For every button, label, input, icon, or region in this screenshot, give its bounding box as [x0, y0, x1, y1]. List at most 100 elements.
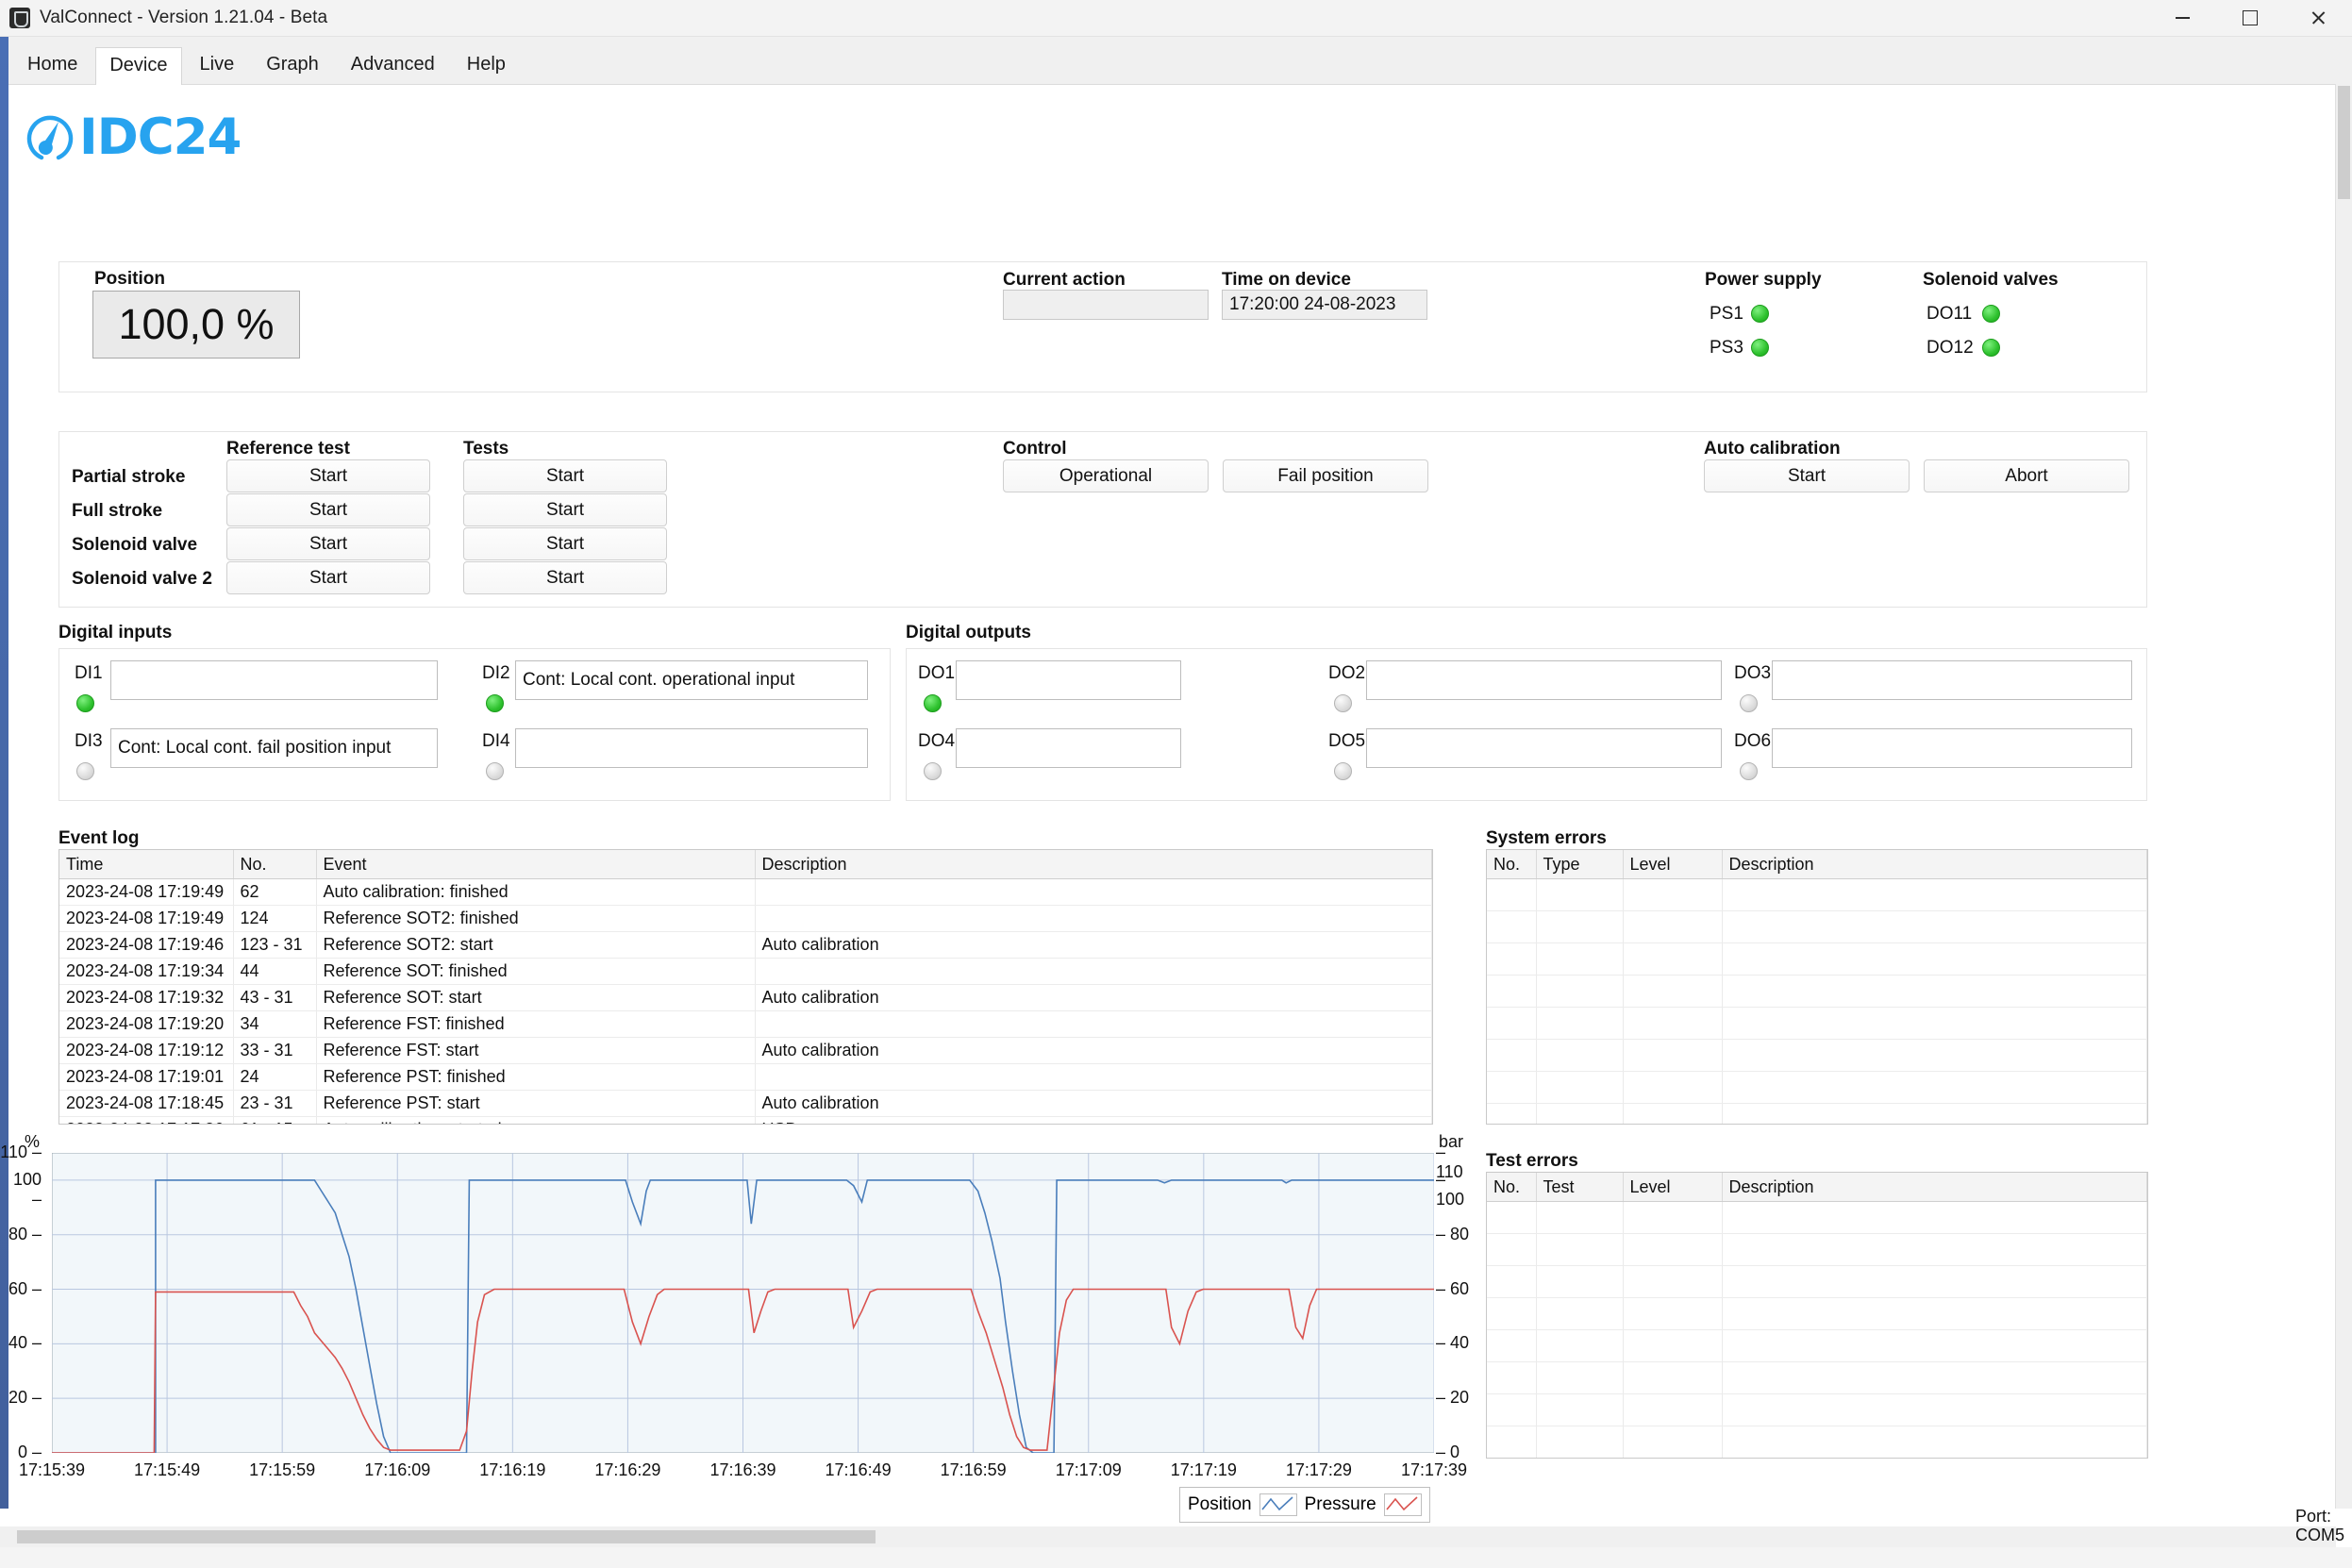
chart-y2-tick: – 110 [1436, 1143, 1472, 1182]
auto-calibration-abort-button[interactable]: Abort [1924, 459, 2129, 492]
minimize-button[interactable] [2148, 0, 2216, 36]
table-cell [1487, 1234, 1536, 1266]
table-cell [1623, 943, 1722, 976]
table-row-empty[interactable] [1487, 1266, 2147, 1298]
test-partial-stroke-start-button[interactable]: Start [463, 459, 667, 492]
test-errors-col-level: Level [1623, 1173, 1722, 1202]
chart-x-tick: 17:17:39 [1392, 1460, 1476, 1480]
table-row-empty[interactable] [1487, 1234, 2147, 1266]
reference-test-partial-stroke-start-button[interactable]: Start [226, 459, 430, 492]
do3-field [1772, 660, 2132, 700]
table-cell [1722, 1234, 2147, 1266]
reference-test-solenoid-valve-start-button[interactable]: Start [226, 527, 430, 560]
chart-y-tick: 110 – [0, 1143, 42, 1162]
table-row[interactable]: 2023-24-08 17:17:3661 - 15Auto calibrati… [59, 1117, 1432, 1126]
reference-test-solenoid-valve-2-start-button[interactable]: Start [226, 561, 430, 594]
vertical-scrollbar[interactable] [2335, 84, 2352, 1509]
trend-chart[interactable]: % bar 0 –20 –40 –60 –80 –100 –110 – – 0–… [0, 1132, 1472, 1510]
table-row[interactable]: 2023-24-08 17:19:49124Reference SOT2: fi… [59, 906, 1432, 932]
table-row-empty[interactable] [1487, 1394, 2147, 1426]
table-row[interactable]: 2023-24-08 17:19:4962Auto calibration: f… [59, 879, 1432, 906]
tab-home[interactable]: Home [13, 46, 92, 84]
event-log-table[interactable]: Time No. Event Description 2023-24-08 17… [58, 849, 1433, 1125]
chart-y2-tick: – 80 [1436, 1225, 1469, 1244]
table-cell [1536, 1104, 1623, 1126]
test-full-stroke-start-button[interactable]: Start [463, 493, 667, 526]
table-cell: 124 [233, 906, 316, 932]
table-cell [1623, 1426, 1722, 1459]
table-row-empty[interactable] [1487, 1104, 2147, 1126]
do6-led [1740, 762, 1758, 780]
tab-help[interactable]: Help [453, 46, 520, 84]
current-action-label: Current action [1003, 270, 1126, 291]
control-fail-position-button[interactable]: Fail position [1223, 459, 1428, 492]
reference-test-full-stroke-start-button[interactable]: Start [226, 493, 430, 526]
chart-legend[interactable]: Position Pressure [1179, 1487, 1430, 1523]
table-row[interactable]: 2023-24-08 17:19:3444Reference SOT: fini… [59, 959, 1432, 985]
event-log-col-description: Description [755, 850, 1432, 879]
vertical-scrollbar-thumb[interactable] [2338, 86, 2350, 199]
auto-calibration-header: Auto calibration [1704, 439, 1841, 459]
table-cell [1536, 1362, 1623, 1394]
horizontal-scrollbar[interactable] [0, 1526, 2336, 1547]
table-row-empty[interactable] [1487, 976, 2147, 1008]
table-row-empty[interactable] [1487, 1040, 2147, 1072]
table-row[interactable]: 2023-24-08 17:19:0124Reference PST: fini… [59, 1064, 1432, 1091]
table-row[interactable]: 2023-24-08 17:19:2034Reference FST: fini… [59, 1011, 1432, 1038]
auto-calibration-start-button[interactable]: Start [1704, 459, 1910, 492]
control-operational-button[interactable]: Operational [1003, 459, 1209, 492]
tab-advanced[interactable]: Advanced [337, 46, 449, 84]
table-cell [1722, 879, 2147, 911]
window-title: ValConnect - Version 1.21.04 - Beta [40, 8, 327, 28]
test-errors-table[interactable]: No. Test Level Description [1486, 1172, 2148, 1459]
maximize-button[interactable] [2216, 0, 2284, 36]
table-row-empty[interactable] [1487, 1008, 2147, 1040]
tab-graph[interactable]: Graph [252, 46, 333, 84]
ps3-label: PS3 [1710, 338, 1743, 359]
table-row-empty[interactable] [1487, 1072, 2147, 1104]
table-row-empty[interactable] [1487, 1202, 2147, 1234]
table-row[interactable]: 2023-24-08 17:18:4523 - 31Reference PST:… [59, 1091, 1432, 1117]
table-cell [1487, 1459, 1536, 1460]
port-label: Port: [2295, 1507, 2344, 1526]
table-cell [1487, 1202, 1536, 1234]
table-row-empty[interactable] [1487, 1426, 2147, 1459]
table-row-empty[interactable] [1487, 1459, 2147, 1460]
horizontal-scrollbar-thumb[interactable] [17, 1530, 876, 1543]
table-cell: 61 - 15 [233, 1117, 316, 1126]
table-cell [755, 906, 1432, 932]
test-solenoid-valve-2-start-button[interactable]: Start [463, 561, 667, 594]
table-cell [1722, 1459, 2147, 1460]
tab-device[interactable]: Device [95, 47, 181, 85]
table-cell: 123 - 31 [233, 932, 316, 959]
table-row[interactable]: 2023-24-08 17:19:3243 - 31Reference SOT:… [59, 985, 1432, 1011]
test-solenoid-valve-start-button[interactable]: Start [463, 527, 667, 560]
do3-label: DO3 [1734, 663, 1771, 684]
digital-outputs-title: Digital outputs [906, 623, 1031, 643]
chart-y-tick: 80 – [0, 1225, 42, 1244]
tab-live[interactable]: Live [186, 46, 249, 84]
table-row-empty[interactable] [1487, 1298, 2147, 1330]
time-on-device-value: 17:20:00 24-08-2023 [1229, 294, 1395, 315]
table-row-empty[interactable] [1487, 943, 2147, 976]
table-row[interactable]: 2023-24-08 17:19:46123 - 31Reference SOT… [59, 932, 1432, 959]
table-cell [1722, 1298, 2147, 1330]
table-cell [755, 879, 1432, 906]
close-button[interactable] [2284, 0, 2352, 36]
table-row-empty[interactable] [1487, 879, 2147, 911]
table-row-empty[interactable] [1487, 1330, 2147, 1362]
table-row[interactable]: 2023-24-08 17:19:1233 - 31Reference FST:… [59, 1038, 1432, 1064]
ps1-led [1751, 305, 1769, 323]
table-cell: 2023-24-08 17:19:32 [59, 985, 233, 1011]
system-errors-table[interactable]: No. Type Level Description [1486, 849, 2148, 1125]
window-title-bar: ValConnect - Version 1.21.04 - Beta [0, 0, 2352, 37]
table-cell: Reference SOT: start [316, 985, 755, 1011]
table-cell [1536, 976, 1623, 1008]
table-cell [1722, 1072, 2147, 1104]
table-row-empty[interactable] [1487, 911, 2147, 943]
system-errors-col-description: Description [1722, 850, 2147, 879]
di4-label: DI4 [482, 731, 510, 752]
table-cell: Reference PST: finished [316, 1064, 755, 1091]
table-row-empty[interactable] [1487, 1362, 2147, 1394]
row-label-full-stroke: Full stroke [72, 501, 162, 522]
